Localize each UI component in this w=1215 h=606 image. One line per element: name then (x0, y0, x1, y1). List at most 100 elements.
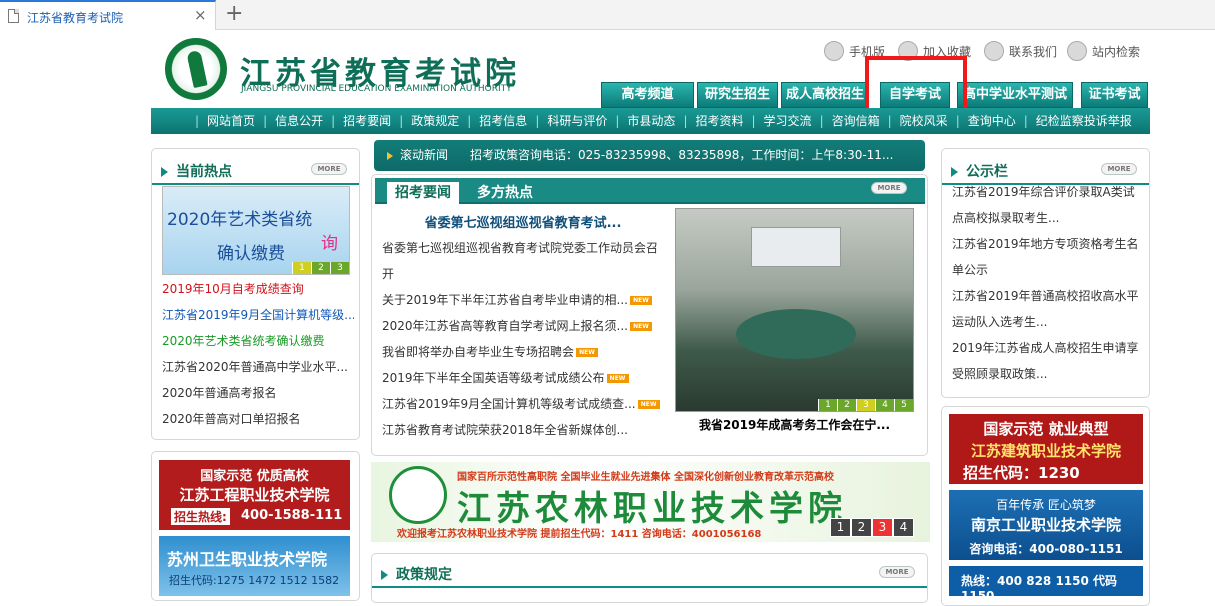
slide-text-3: 询 (321, 234, 338, 254)
ad-r2-line3: 咨询电话：400-080-1151 (969, 542, 1123, 556)
channel-graduate[interactable]: 研究生招生 (697, 82, 778, 108)
hot-slide-image[interactable]: 2020年艺术类省统 确认缴费 询 123 (162, 186, 350, 275)
contact-link[interactable]: 联系我们 (984, 41, 1057, 61)
hot-item[interactable]: 2020年普高对口单招报名 (162, 406, 354, 432)
news-item[interactable]: 江苏省2019年9月全国计算机等级考试成绩查... NEW (382, 391, 667, 417)
news-item[interactable]: 关于2019年下半年江苏省自考毕业申请的相... NEW (382, 287, 667, 313)
ad-r3-line1: 热线：400 828 1150 代码1150 (961, 574, 1118, 596)
hot-item[interactable]: 江苏省2019年9月全国计算机等级... (162, 302, 354, 328)
browser-tab-strip: 江苏省教育考试院 × + (0, 0, 1215, 30)
banner-page-3[interactable]: 3 (872, 518, 893, 537)
ad2-line2: 招生代码:1275 1472 1512 1582 (169, 574, 340, 587)
scroll-text[interactable]: 招考政策咨询电话：025-83235998、83235898，工作时间：上午8:… (470, 140, 893, 171)
notice-item[interactable]: 2019年江苏省成人高校招生申请享 (952, 335, 1148, 361)
banner-page-2[interactable]: 2 (851, 518, 872, 537)
policy-panel: 政策规定 MORE (371, 553, 928, 603)
photo-dot-5[interactable]: 5 (894, 399, 913, 411)
news-more-button[interactable]: MORE (871, 182, 907, 194)
slide-dot-3[interactable]: 3 (330, 262, 349, 274)
nav-query[interactable]: 查询中心 (964, 108, 1020, 134)
photo-dot-3[interactable]: 3 (856, 399, 875, 411)
ad-r1-line1: 国家示范 就业典型 (983, 420, 1109, 438)
right-ads-panel: 国家示范 就业典型 江苏建筑职业技术学院 招生代码：1230 百年传承 匠心筑梦… (941, 406, 1150, 606)
channel-adult[interactable]: 成人高校招生 (781, 82, 869, 108)
channel-academic-test[interactable]: 高中学业水平测试 (957, 82, 1073, 108)
notice-item[interactable]: 运动队入选考生... (952, 309, 1148, 335)
photo-dot-4[interactable]: 4 (875, 399, 894, 411)
browser-tab[interactable]: 江苏省教育考试院 × (0, 0, 216, 30)
photo-caption[interactable]: 我省2019年成高考务工作会在宁... (675, 416, 914, 433)
site-name-en: JIANGSU PROVINCIAL EDUCATION EXAMINATION… (241, 84, 512, 94)
tab-hot-spots[interactable]: 多方热点 (469, 182, 541, 204)
close-tab-icon[interactable]: × (194, 6, 207, 24)
slide-text: 2020年艺术类省统 (167, 210, 313, 230)
news-item[interactable]: 省委第七巡视组巡视省教育考试院党委工作动员会召开 (382, 235, 667, 287)
banner-jiangsu-agri-forestry[interactable]: 国家百所示范性高职院 全国毕业生就业先进集体 全国深化创新创业教育改革示范高校 … (371, 462, 930, 542)
ad1-line2: 江苏工程职业技术学院 (179, 486, 330, 504)
ad-r1-line3: 招生代码：1230 (963, 464, 1080, 482)
news-item[interactable]: 2019年下半年全国英语等级考试成绩公布 NEW (382, 365, 667, 391)
channel-certificate[interactable]: 证书考试 (1081, 82, 1148, 108)
banner-page-1[interactable]: 1 (830, 518, 851, 537)
ad-suzhou-health[interactable]: 苏州卫生职业技术学院 招生代码:1275 1472 1512 1582 (159, 536, 350, 596)
ad-nanjing-industry[interactable]: 百年传承 匠心筑梦 南京工业职业技术学院 咨询电话：400-080-1151 (949, 490, 1143, 560)
ad-jiangsu-architecture[interactable]: 国家示范 就业典型 江苏建筑职业技术学院 招生代码：1230 (949, 414, 1143, 484)
ad-jiangsu-engineering[interactable]: 国家示范 优质高校 江苏工程职业技术学院 招生热线: 400-1588-111 (159, 460, 350, 530)
photo-dot-2[interactable]: 2 (837, 399, 856, 411)
hot-item[interactable]: 2019年10月自考成绩查询 (162, 276, 354, 302)
contact-label: 联系我们 (1009, 44, 1058, 59)
nav-colleges[interactable]: 院校风采 (896, 108, 952, 134)
nav-city[interactable]: 市县动态 (623, 108, 679, 134)
notice-item[interactable]: 江苏省2019年综合评价录取A类试 (952, 179, 1148, 205)
ad1-hotline: 400-1588-111 (241, 508, 343, 523)
nav-complaint[interactable]: 纪检监察投诉举报 (1032, 108, 1136, 134)
nav-policy[interactable]: 政策规定 (407, 108, 463, 134)
notice-item[interactable]: 点高校拟录取考生... (952, 205, 1148, 231)
nav-research[interactable]: 科研与评价 (543, 108, 611, 134)
nav-learning[interactable]: 学习交流 (760, 108, 816, 134)
nav-exam-news[interactable]: 招考要闻 (339, 108, 395, 134)
channel-gaokao[interactable]: 高考频道 (601, 82, 694, 108)
news-item[interactable]: 2020年江苏省高等教育自学考试网上报名须... NEW (382, 313, 667, 339)
hot-item[interactable]: 2020年普通高考报名 (162, 380, 354, 406)
nav-home[interactable]: 网站首页 (203, 108, 259, 134)
scroll-label: 滚动新闻 (400, 148, 449, 162)
news-photo[interactable]: 12345 (675, 208, 914, 412)
nav-info-public[interactable]: 信息公开 (271, 108, 327, 134)
hot-topics-panel: 当前热点 MORE 2020年艺术类省统 确认缴费 询 123 2019年10月自… (151, 148, 360, 440)
notice-item[interactable]: 江苏省2019年普通高校招收高水平 (952, 283, 1148, 309)
news-item[interactable]: 我省即将举办自考毕业生专场招聘会 NEW (382, 339, 667, 365)
site-logo[interactable] (165, 38, 227, 100)
photo-dot-1[interactable]: 1 (818, 399, 837, 411)
notice-panel: 公示栏 MORE 江苏省2019年综合评价录取A类试 点高校拟录取考生... 江苏… (941, 148, 1150, 398)
new-tab-button[interactable]: + (225, 0, 243, 28)
notice-item[interactable]: 江苏省2019年地方专项资格考生名 (952, 231, 1148, 257)
site-search-label: 站内检索 (1092, 44, 1141, 59)
site-search-link[interactable]: 站内检索 (1067, 41, 1140, 61)
news-headline[interactable]: 省委第七巡视组巡视省教育考试... (378, 212, 668, 231)
policy-title: 政策规定 (372, 564, 462, 586)
slide-dot-2[interactable]: 2 (311, 262, 330, 274)
hot-item[interactable]: 江苏省2020年普通高中学业水平... (162, 354, 354, 380)
ad1-hotline-label: 招生热线: (171, 508, 230, 525)
ad-r2-line1: 百年传承 匠心筑梦 (996, 498, 1096, 512)
nav-mailbox[interactable]: 咨询信箱 (828, 108, 884, 134)
nav-exam-info[interactable]: 招考信息 (475, 108, 531, 134)
tab-exam-news[interactable]: 招考要闻 (387, 182, 459, 204)
notice-item[interactable]: 受照顾录取政策... (952, 361, 1148, 387)
ad-r2-line2: 南京工业职业技术学院 (970, 516, 1121, 534)
main-nav: | 网站首页 | 信息公开 | 招考要闻 | 政策规定 | 招考信息 | 科研与评价 | 市县… (151, 108, 1150, 134)
hot-more-button[interactable]: MORE (311, 163, 347, 175)
document-icon (8, 9, 19, 23)
policy-more-button[interactable]: MORE (879, 566, 915, 578)
notice-item[interactable]: 单公示 (952, 257, 1148, 283)
nav-materials[interactable]: 招考资料 (691, 108, 747, 134)
ad-r1-line2: 江苏建筑职业技术学院 (970, 442, 1121, 460)
home-icon (984, 41, 1004, 61)
banner-page-4[interactable]: 4 (893, 518, 914, 537)
news-item[interactable]: 江苏省教育考试院荣获2018年全省新媒体创... (382, 417, 667, 443)
notice-more-button[interactable]: MORE (1101, 163, 1137, 175)
slide-dot-1[interactable]: 1 (292, 262, 311, 274)
college-emblem (389, 466, 447, 524)
hot-item[interactable]: 2020年艺术类省统考确认缴费 (162, 328, 354, 354)
